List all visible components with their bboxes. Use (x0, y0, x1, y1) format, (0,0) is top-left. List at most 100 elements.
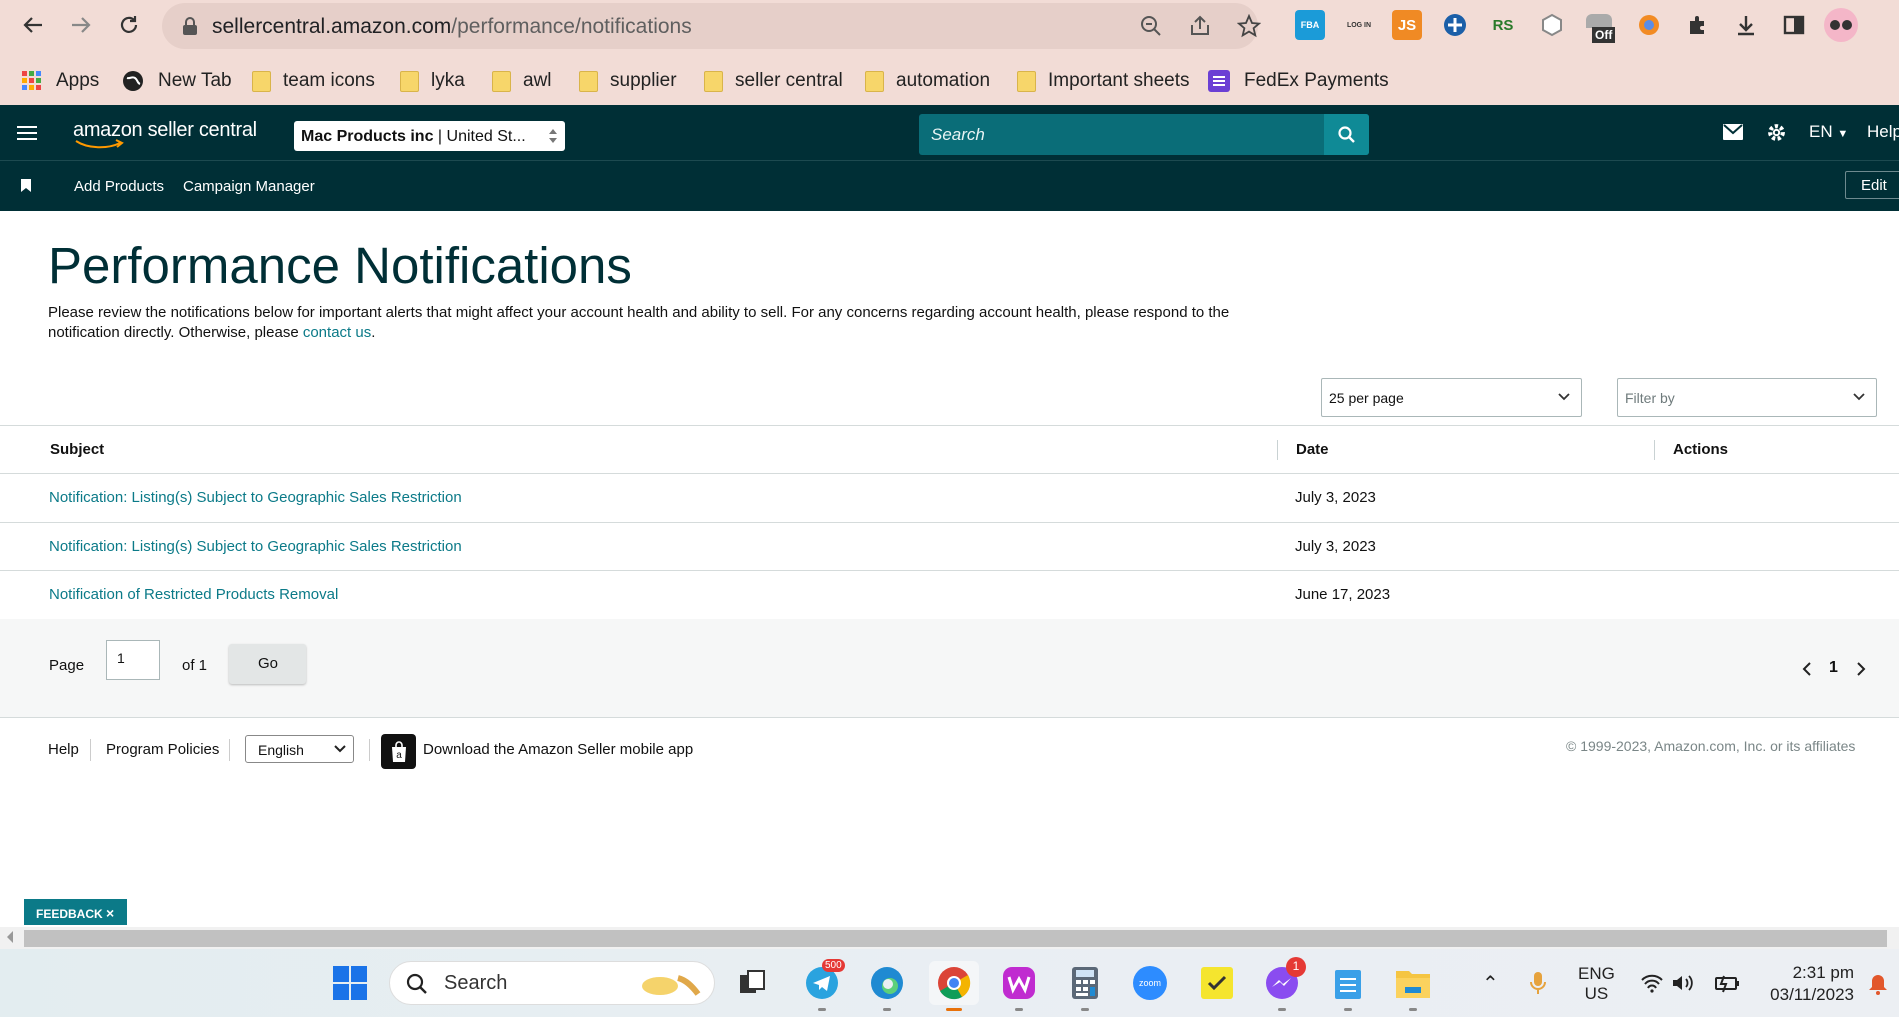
forward-button[interactable] (64, 8, 98, 42)
wps-icon[interactable] (997, 961, 1041, 1011)
bookmark-supplier[interactable]: supplier (579, 66, 677, 96)
chevron-left-icon[interactable] (1802, 662, 1812, 676)
notification-date: June 17, 2023 (1295, 586, 1391, 603)
volume-icon[interactable] (1671, 973, 1695, 993)
notepad-icon[interactable] (1326, 961, 1370, 1011)
browser-chrome: sellercentral.amazon.com/performance/not… (0, 0, 1899, 105)
arrow-right-icon (72, 17, 91, 33)
search-highlight-icon (642, 975, 701, 996)
folder-icon (1017, 70, 1036, 92)
amazon-app-icon[interactable]: a (381, 734, 416, 769)
battery-icon[interactable] (1713, 973, 1741, 993)
help-link[interactable]: Help (1867, 122, 1899, 142)
calculator-icon[interactable] (1063, 961, 1107, 1011)
js-extension-icon[interactable]: JS (1392, 10, 1422, 40)
sidepanel-icon[interactable] (1779, 10, 1809, 40)
notification-date: July 3, 2023 (1295, 489, 1376, 506)
plus-extension-icon[interactable] (1440, 10, 1470, 40)
subnav-campaign-manager[interactable]: Campaign Manager (183, 178, 315, 195)
chrome-icon[interactable] (929, 961, 979, 1011)
notification-subject-link[interactable]: Notification: Listing(s) Subject to Geog… (49, 489, 462, 506)
feedback-tab[interactable]: FEEDBACK × (24, 899, 127, 925)
input-language-indicator[interactable]: ENG US (1578, 964, 1615, 1004)
clock[interactable]: 2:31 pm 03/11/2023 (1758, 962, 1854, 1006)
caret-down-icon: ▼ (1837, 128, 1849, 140)
bookmark-new-tab[interactable]: New Tab (122, 66, 232, 96)
reload-button[interactable] (112, 8, 146, 42)
notification-subject-link[interactable]: Notification: Listing(s) Subject to Geog… (49, 538, 462, 555)
footer-divider (229, 739, 230, 761)
wifi-icon[interactable] (1640, 973, 1664, 993)
footer-program-policies-link[interactable]: Program Policies (106, 741, 219, 758)
login-extension-icon[interactable]: LOG IN (1344, 10, 1374, 40)
box-extension-icon[interactable] (1537, 10, 1567, 40)
folder-icon (865, 70, 884, 92)
address-bar[interactable]: sellercentral.amazon.com/performance/not… (162, 3, 1261, 49)
firefox-extension-icon[interactable] (1634, 10, 1664, 40)
off-extension-icon[interactable]: Off (1586, 10, 1622, 43)
store-selector[interactable]: Mac Products inc | United St... (294, 121, 565, 151)
tray-chevron-up-icon[interactable]: ⌃ (1482, 971, 1499, 996)
bookmark-team-icons[interactable]: team icons (252, 66, 375, 96)
current-page[interactable]: 1 (1829, 659, 1838, 677)
messenger-icon[interactable]: 1 (1260, 957, 1306, 1011)
edge-icon[interactable] (865, 961, 909, 1011)
puzzle-icon[interactable] (1683, 10, 1713, 40)
arrow-left-icon (23, 17, 42, 33)
download-icon[interactable] (1731, 10, 1761, 40)
bookmark-important-sheets[interactable]: Important sheets (1017, 66, 1190, 96)
filter-select[interactable]: Filter by (1617, 378, 1877, 417)
bookmark-seller-central[interactable]: seller central (704, 66, 843, 96)
chevron-right-icon[interactable] (1856, 662, 1866, 676)
profile-avatar[interactable] (1824, 8, 1858, 42)
table-row: Notification: Listing(s) Subject to Geog… (0, 474, 1899, 523)
url-text: sellercentral.amazon.com/performance/not… (212, 15, 692, 38)
telegram-icon[interactable]: 500 (800, 959, 845, 1011)
windows-start-button[interactable] (328, 961, 372, 1005)
scroll-left-arrow-icon[interactable] (7, 931, 13, 943)
mail-icon[interactable] (1723, 124, 1743, 140)
reload-icon (120, 16, 138, 33)
scrollbar-thumb[interactable] (24, 930, 1887, 947)
page-number-input[interactable]: 1 (106, 640, 160, 680)
fba-extension-icon[interactable]: FBA (1295, 10, 1325, 40)
notification-subject-link[interactable]: Notification of Restricted Products Remo… (49, 586, 338, 603)
share-icon[interactable] (1189, 15, 1211, 37)
hamburger-menu-icon[interactable] (17, 125, 37, 141)
footer-help-link[interactable]: Help (48, 741, 79, 758)
settings-gear-icon[interactable] (1766, 122, 1787, 143)
column-header-subject[interactable]: Subject (50, 441, 104, 458)
zoom-icon[interactable] (1140, 15, 1162, 37)
rs-extension-icon[interactable]: RS (1488, 10, 1518, 40)
bookmark-fedex-payments[interactable]: FedEx Payments (1208, 66, 1389, 96)
search-button[interactable] (1324, 114, 1369, 155)
close-icon[interactable]: × (106, 905, 114, 921)
notification-bell-icon[interactable] (1868, 973, 1888, 995)
star-icon[interactable] (1237, 14, 1261, 38)
sticky-notes-icon[interactable] (1195, 961, 1239, 1005)
search-box[interactable]: Search (919, 114, 1369, 155)
bookmark-automation[interactable]: automation (865, 66, 990, 96)
zoom-app-icon[interactable]: zoom (1128, 961, 1172, 1005)
column-header-date[interactable]: Date (1296, 441, 1329, 458)
task-view-icon[interactable] (730, 961, 774, 1005)
download-app-link[interactable]: Download the Amazon Seller mobile app (423, 741, 693, 758)
forms-icon (1208, 70, 1230, 92)
file-explorer-icon[interactable] (1391, 961, 1435, 1011)
taskbar-search[interactable]: Search (389, 961, 715, 1005)
go-button[interactable]: Go (229, 644, 306, 684)
subnav-add-products[interactable]: Add Products (74, 178, 164, 195)
bookmark-lyka[interactable]: lyka (400, 66, 465, 96)
back-button[interactable] (16, 8, 50, 42)
bookmark-apps[interactable]: Apps (22, 66, 99, 96)
per-page-select[interactable]: 25 per page (1321, 378, 1582, 417)
microphone-icon[interactable] (1530, 971, 1546, 995)
language-selector[interactable]: EN ▼ (1809, 122, 1848, 142)
bookmark-awl[interactable]: awl (492, 66, 552, 96)
footer-language-select[interactable]: English (245, 735, 354, 763)
chevron-down-icon (334, 745, 346, 753)
windows-logo-icon (333, 966, 367, 1000)
contact-us-link[interactable]: contact us (303, 324, 371, 341)
bookmark-icon[interactable] (21, 179, 31, 192)
edit-button[interactable]: Edit (1845, 171, 1899, 199)
